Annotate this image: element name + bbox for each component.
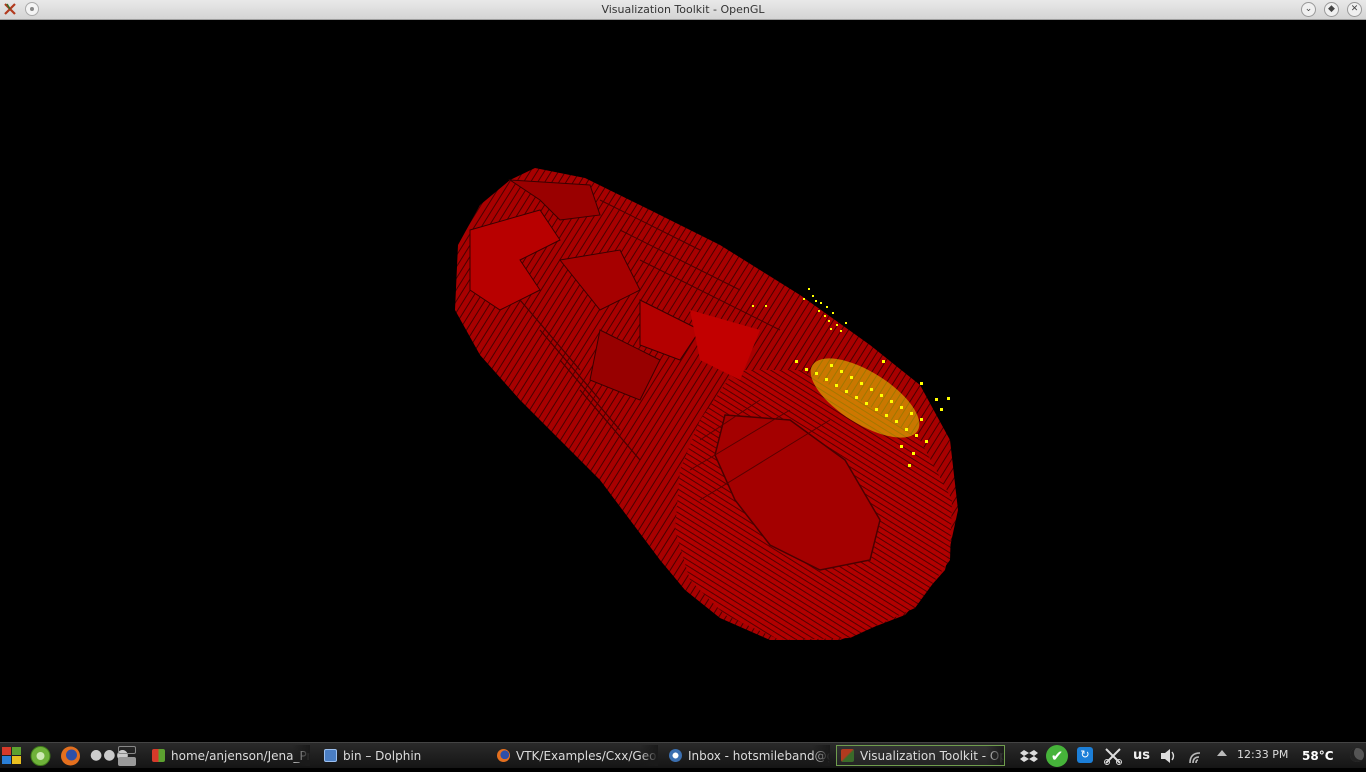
- task-label: bin – Dolphin: [343, 748, 422, 763]
- firefox-icon: [497, 749, 510, 762]
- firefox-icon[interactable]: [60, 746, 81, 766]
- temperature-readout: 58°C: [1302, 749, 1334, 763]
- dolphin-home-icon[interactable]: [30, 746, 51, 766]
- task-bin-dolphin[interactable]: bin – Dolphin: [320, 745, 460, 766]
- render-viewport[interactable]: [0, 20, 1366, 742]
- cashew-icon[interactable]: [1350, 748, 1364, 762]
- task-visualization-toolkit[interactable]: Visualization Toolkit - Op: [836, 745, 1005, 766]
- maximize-button[interactable]: ◆: [1324, 2, 1339, 17]
- dolphin-icon: [324, 749, 337, 762]
- task-home-anjenson[interactable]: home/anjenson/Jena_Pr: [148, 745, 310, 766]
- keyboard-layout-indicator[interactable]: us: [1133, 748, 1150, 766]
- window-title: Visualization Toolkit - OpenGL: [601, 3, 765, 16]
- close-button[interactable]: ✕: [1347, 2, 1362, 17]
- desktop-pager-icon[interactable]: [118, 746, 136, 766]
- kde-menu-icon[interactable]: [2, 747, 22, 765]
- task-vtk-examples[interactable]: VTK/Examples/Cxx/Geom: [493, 745, 658, 766]
- vtk-render-scene: [455, 168, 958, 640]
- dropbox-icon[interactable]: [1020, 747, 1038, 765]
- mail-icon: [669, 749, 682, 762]
- task-label: Visualization Toolkit - Op: [860, 748, 1004, 763]
- minimize-button[interactable]: ⌄: [1301, 2, 1316, 17]
- klipper-scissors-icon[interactable]: [1103, 747, 1123, 765]
- taskbar: ●●● home/anjenson/Jena_Pr bin – Dolphin …: [0, 742, 1366, 768]
- clock[interactable]: 12:33 PM: [1237, 748, 1288, 761]
- window-titlebar: Visualization Toolkit - OpenGL ⌄ ◆ ✕: [0, 0, 1366, 20]
- wifi-icon[interactable]: [1187, 747, 1207, 765]
- task-label: Inbox - hotsmileband@g: [688, 748, 830, 763]
- task-inbox-mail[interactable]: Inbox - hotsmileband@g: [665, 745, 830, 766]
- task-label: VTK/Examples/Cxx/Geom: [516, 748, 658, 763]
- folder-app-icon: [152, 749, 165, 762]
- tray-expand-arrow-icon[interactable]: [1217, 750, 1227, 756]
- task-label: home/anjenson/Jena_Pr: [171, 748, 310, 763]
- volume-icon[interactable]: [1160, 747, 1178, 765]
- vtk-icon: [841, 749, 854, 762]
- update-ok-icon[interactable]: ✔: [1046, 745, 1068, 767]
- network-manager-icon[interactable]: ↻: [1077, 747, 1093, 763]
